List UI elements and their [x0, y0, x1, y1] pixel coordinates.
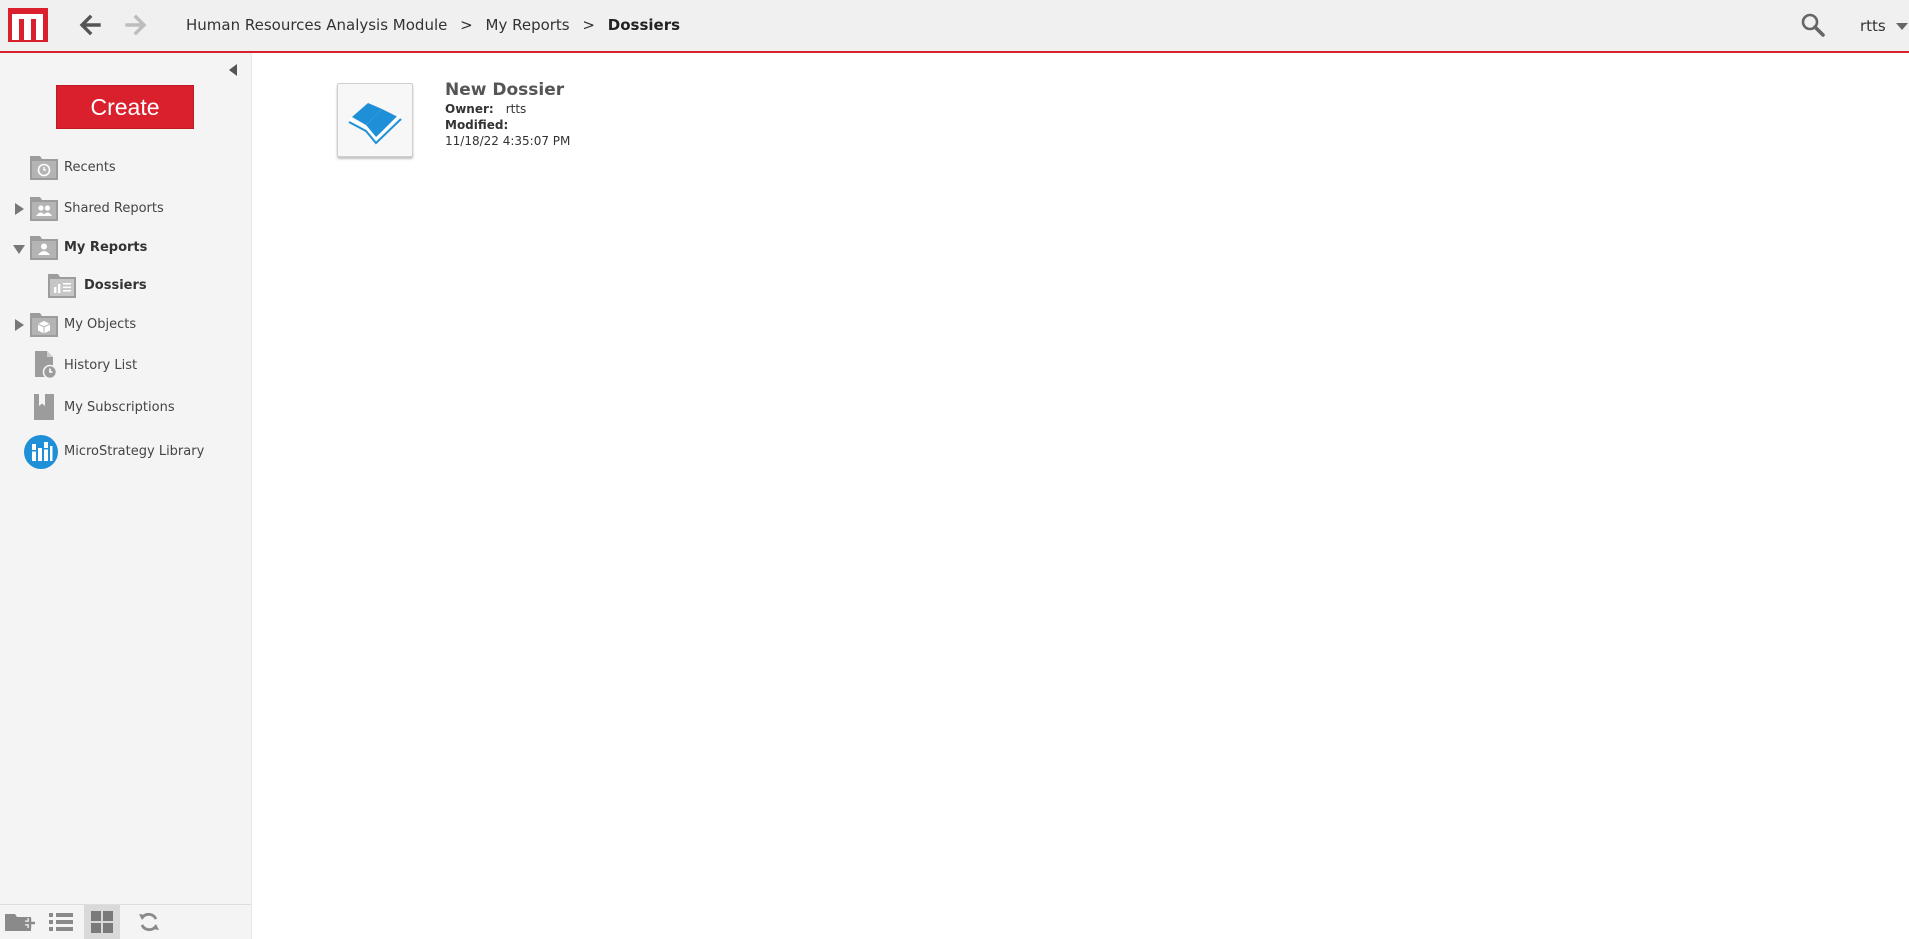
breadcrumb-separator: > [460, 16, 473, 34]
list-view-icon [49, 913, 73, 931]
shared-folder-icon [30, 197, 58, 221]
owner-label: Owner: [445, 102, 494, 116]
collapse-sidebar-icon[interactable] [229, 64, 237, 76]
grid-view-button[interactable] [84, 905, 120, 939]
chevron-down-icon [1895, 22, 1908, 30]
recents-folder-icon [30, 156, 58, 180]
my-reports-folder-icon [30, 236, 58, 260]
breadcrumb-separator: > [582, 16, 595, 34]
collapse-arrow-icon[interactable] [13, 245, 25, 254]
create-button[interactable]: Create [56, 85, 194, 129]
breadcrumb-current: Dossiers [607, 16, 681, 34]
arrow-right-icon[interactable] [123, 12, 149, 38]
objects-folder-icon [30, 313, 58, 337]
expand-arrow-icon[interactable] [15, 203, 24, 215]
dossier-folder-icon [48, 274, 76, 298]
owner-value: rtts [505, 102, 527, 116]
sidebar-item-history-list[interactable]: History List [0, 349, 250, 383]
arrow-left-icon[interactable] [77, 12, 103, 38]
new-folder-button[interactable] [1, 905, 37, 939]
sidebar-item-shared-reports[interactable]: Shared Reports [0, 192, 250, 226]
sidebar-footer [0, 904, 251, 939]
sidebar-item-label: My Objects [64, 317, 137, 332]
dossier-thumbnail[interactable] [337, 83, 413, 157]
dossier-icon [348, 103, 402, 145]
sidebar-item-label: Shared Reports [64, 201, 164, 216]
dossier-title[interactable]: New Dossier [445, 80, 564, 100]
content-area: New Dossier Owner: rtts Modified: 11/18/2… [252, 53, 1909, 939]
search-icon[interactable] [1800, 12, 1826, 38]
expand-arrow-icon[interactable] [15, 319, 24, 331]
history-list-icon [35, 351, 58, 379]
grid-view-icon [91, 911, 113, 933]
refresh-icon [139, 912, 159, 932]
breadcrumb-item-my-reports[interactable]: My Reports [486, 16, 570, 34]
breadcrumb-item-hr-module[interactable]: Human Resources Analysis Module [186, 16, 447, 34]
sidebar-item-microstrategy-library[interactable]: MicroStrategy Library [0, 435, 250, 469]
breadcrumb: Human Resources Analysis Module > My Rep… [186, 16, 680, 36]
sidebar-item-label: History List [64, 358, 138, 373]
list-view-button[interactable] [43, 905, 79, 939]
dossier-modified-label: Modified: [445, 118, 508, 132]
top-bar: Human Resources Analysis Module > My Rep… [0, 0, 1909, 53]
subscriptions-icon [34, 394, 54, 420]
sidebar-item-my-subscriptions[interactable]: My Subscriptions [0, 391, 250, 425]
library-icon [24, 435, 58, 469]
sidebar-item-dossiers[interactable]: Dossiers [0, 269, 250, 303]
sidebar-item-recents[interactable]: Recents [0, 151, 250, 185]
user-name: rtts [1860, 17, 1886, 35]
dossier-owner: Owner: rtts [445, 102, 526, 116]
microstrategy-logo[interactable] [8, 8, 48, 42]
sidebar-item-label: My Subscriptions [64, 400, 175, 415]
sidebar-item-my-reports[interactable]: My Reports [0, 231, 250, 265]
refresh-button[interactable] [131, 905, 167, 939]
sidebar: Create Recents Shared Reports My Reports… [0, 53, 252, 939]
user-menu[interactable]: rtts [1860, 16, 1908, 36]
dossier-modified-date: 11/18/22 4:35:07 PM [445, 134, 571, 148]
sidebar-item-my-objects[interactable]: My Objects [0, 308, 250, 342]
sidebar-item-label: Recents [64, 160, 116, 175]
modified-label: Modified: [445, 118, 509, 132]
sidebar-item-label: MicroStrategy Library [64, 444, 205, 459]
dossier-item: New Dossier Owner: rtts Modified: 11/18/2… [337, 80, 617, 173]
sidebar-item-label: My Reports [64, 240, 148, 255]
new-folder-icon [5, 914, 35, 931]
sidebar-item-label: Dossiers [84, 278, 147, 293]
